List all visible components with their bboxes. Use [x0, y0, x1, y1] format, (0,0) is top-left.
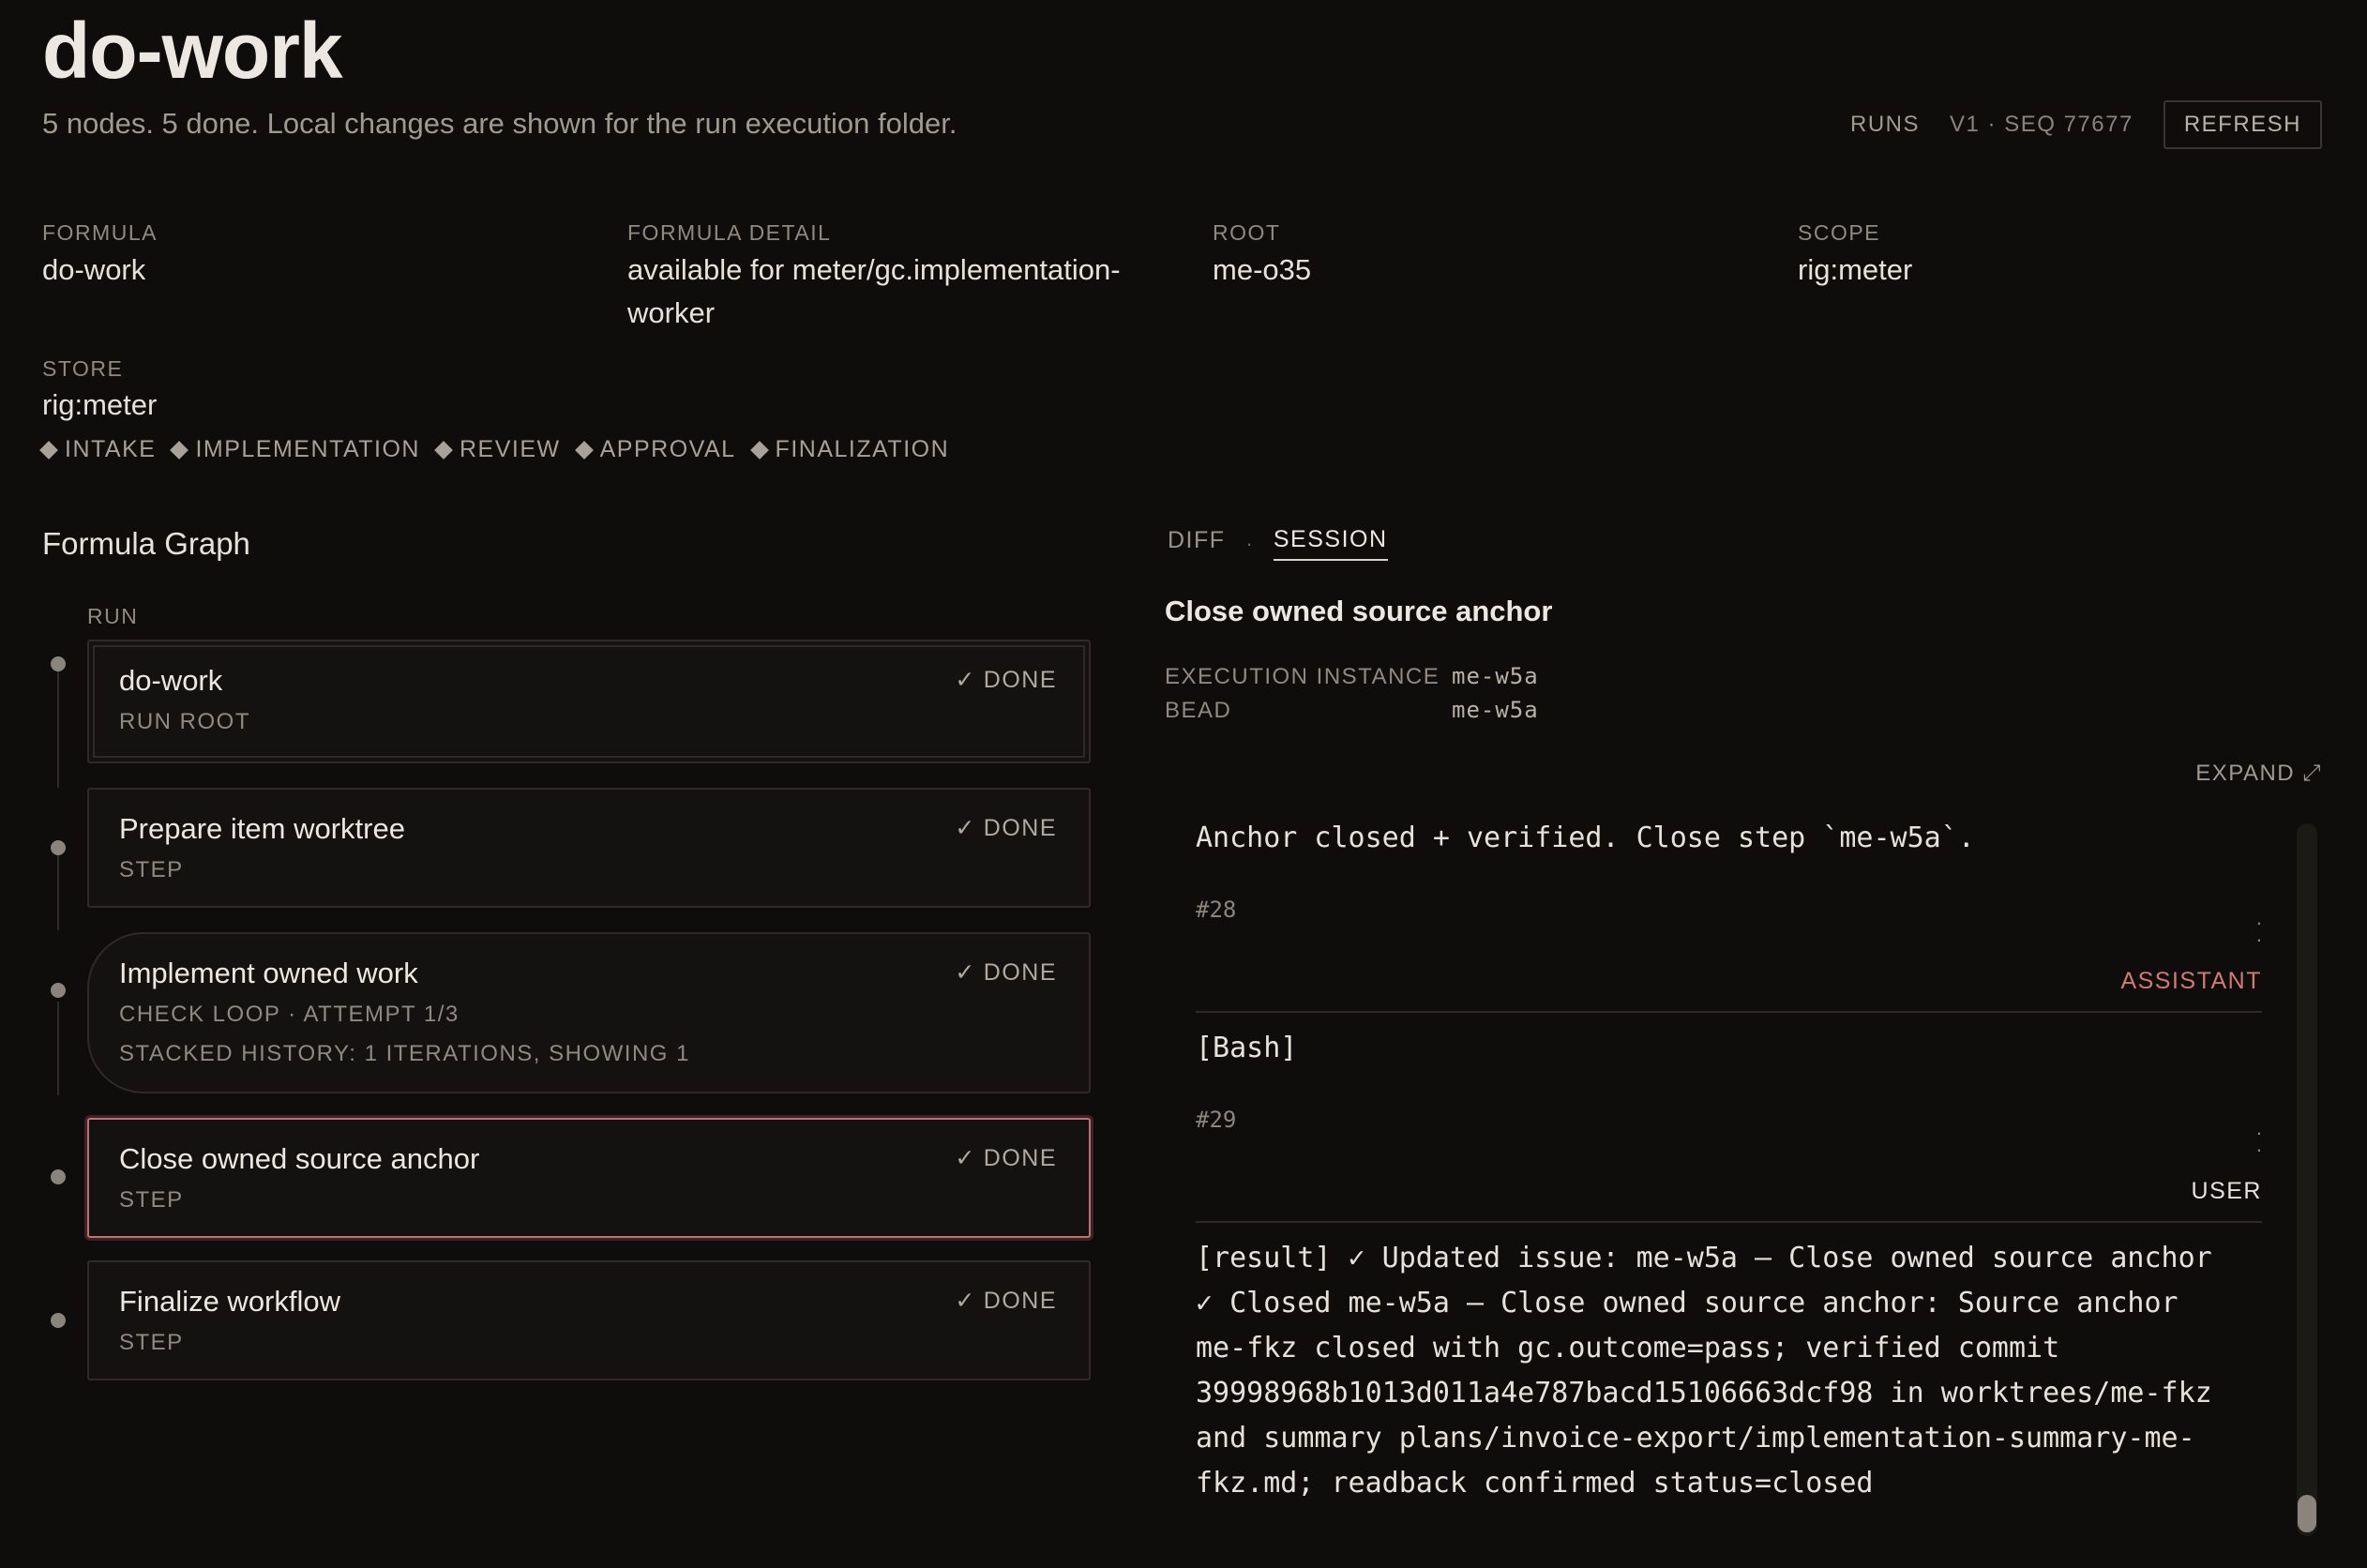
page-subtitle: 5 nodes. 5 done. Local changes are shown…	[42, 107, 957, 140]
node-type: RUN ROOT	[119, 709, 250, 734]
status-badge: ✓ DONE	[955, 667, 1057, 693]
graph-title: Formula Graph	[42, 526, 250, 561]
session-scroll-thumb[interactable]	[2298, 1495, 2316, 1532]
status-badge: ✓ DONE	[955, 815, 1057, 841]
formula-detail-label: FORMULA DETAIL	[627, 220, 832, 245]
check-icon: ✓	[955, 959, 976, 986]
refresh-button[interactable]: REFRESH	[2163, 100, 2322, 149]
graph-node-prepare-worktree[interactable]: Prepare item worktree STEP ✓ DONE	[87, 788, 1091, 908]
tab-diff[interactable]: DIFF	[1168, 527, 1226, 560]
graph-node-close-anchor[interactable]: Close owned source anchor STEP ✓ DONE	[87, 1118, 1091, 1238]
session-scrollbar[interactable]	[2297, 823, 2317, 1536]
timeline-dot	[51, 1169, 66, 1184]
graph-node-implement-work[interactable]: Implement owned work CHECK LOOP · ATTEMP…	[87, 932, 1091, 1093]
timeline-dot	[51, 983, 66, 998]
store-label: STORE	[42, 356, 124, 381]
store-value: rig:meter	[42, 388, 158, 421]
scope-label: SCOPE	[1798, 220, 1881, 245]
bead-label: BEAD	[1165, 698, 1232, 723]
status-badge: ✓ DONE	[955, 1145, 1057, 1171]
diamond-icon	[749, 440, 769, 460]
check-icon: ✓	[955, 1145, 976, 1171]
diamond-icon	[170, 440, 189, 460]
role-label-user: USER	[2191, 1178, 2262, 1204]
status-badge: ✓ DONE	[955, 959, 1057, 986]
diamond-icon	[434, 440, 453, 460]
diamond-icon	[574, 440, 594, 460]
message-number: #29	[1196, 1107, 1237, 1133]
timeline-connector	[57, 1002, 59, 1095]
graph-node-finalize[interactable]: Finalize workflow STEP ✓ DONE	[87, 1260, 1091, 1380]
timeline-dot	[51, 840, 66, 855]
node-title: Finalize workflow	[119, 1285, 341, 1318]
execution-instance-value: me-w5a	[1452, 663, 1539, 689]
node-title: Close owned source anchor	[119, 1142, 480, 1175]
expand-button[interactable]: EXPAND ⤢	[2195, 761, 2322, 787]
phase-finalization: FINALIZATION	[749, 436, 950, 463]
formula-detail-line-1: available for meter/gc.implementation-	[627, 253, 1121, 286]
root-label: ROOT	[1213, 220, 1281, 245]
message-meta-dots: ..	[2255, 1116, 2262, 1156]
run-label: RUN	[87, 604, 139, 628]
formula-value: do-work	[42, 253, 146, 286]
phase-intake: INTAKE	[39, 436, 156, 463]
session-log: Anchor closed + verified. Close step `me…	[1196, 816, 2262, 1538]
top-actions: RUNS V1 · SEQ 77677 REFRESH	[1850, 100, 2322, 149]
phase-approval: APPROVAL	[574, 436, 736, 463]
execution-instance-row: EXECUTION INSTANCE me-w5a	[1165, 663, 1539, 690]
status-badge: ✓ DONE	[955, 1288, 1057, 1314]
node-type: STEP	[119, 1330, 184, 1355]
phase-review: REVIEW	[434, 436, 561, 463]
diamond-icon	[39, 440, 58, 460]
timeline-dot	[51, 656, 66, 671]
root-value: me-o35	[1213, 253, 1312, 286]
timeline-dot	[51, 1313, 66, 1328]
node-title: Prepare item worktree	[119, 812, 405, 845]
check-icon: ✓	[955, 667, 976, 693]
bead-value: me-w5a	[1452, 697, 1539, 723]
panel-tabs: DIFF · SESSION	[1168, 526, 1388, 561]
bead-row: BEAD me-w5a	[1165, 697, 1539, 724]
node-type: STEP	[119, 857, 184, 882]
node-history-info: STACKED HISTORY: 1 ITERATIONS, SHOWING 1	[119, 1041, 690, 1066]
check-icon: ✓	[955, 815, 976, 841]
node-title: do-work	[119, 664, 223, 697]
runs-link[interactable]: RUNS	[1850, 112, 1920, 138]
panel-title: Close owned source anchor	[1165, 595, 1553, 627]
graph-node-run-root[interactable]: do-work RUN ROOT ✓ DONE	[87, 640, 1091, 763]
formula-detail-line-2: worker	[627, 296, 716, 329]
phase-implementation: IMPLEMENTATION	[170, 436, 420, 463]
sequence-label: V1 · SEQ 77677	[1950, 112, 2133, 137]
execution-instance-label: EXECUTION INSTANCE	[1165, 664, 1440, 689]
check-icon: ✓	[955, 1288, 976, 1314]
page-title: do-work	[42, 7, 343, 95]
node-title: Implement owned work	[119, 957, 418, 989]
node-loop-info: CHECK LOOP · ATTEMPT 1/3	[119, 1002, 460, 1027]
message-meta-dots: ..	[2255, 906, 2262, 946]
timeline-connector	[57, 855, 59, 930]
node-type: STEP	[119, 1187, 184, 1213]
phase-list: INTAKE IMPLEMENTATION REVIEW APPROVAL FI…	[39, 436, 950, 463]
scope-value: rig:meter	[1798, 253, 1913, 286]
formula-detail-value: available for meter/gc.implementation- w…	[627, 249, 1121, 335]
message-number: #28	[1196, 897, 1237, 923]
message-divider	[1196, 1221, 2262, 1223]
formula-label: FORMULA	[42, 220, 158, 245]
message-divider	[1196, 1011, 2262, 1013]
message-result-text: [result] ✓ Updated issue: me-w5a — Close…	[1196, 1242, 2212, 1500]
tab-session[interactable]: SESSION	[1273, 526, 1388, 561]
tab-separator: ·	[1245, 531, 1253, 555]
message-text: [Bash]	[1196, 1032, 1298, 1064]
timeline-connector	[57, 671, 59, 788]
role-label-assistant: ASSISTANT	[2120, 968, 2262, 994]
message-text: Anchor closed + verified. Close step `me…	[1196, 822, 1975, 854]
